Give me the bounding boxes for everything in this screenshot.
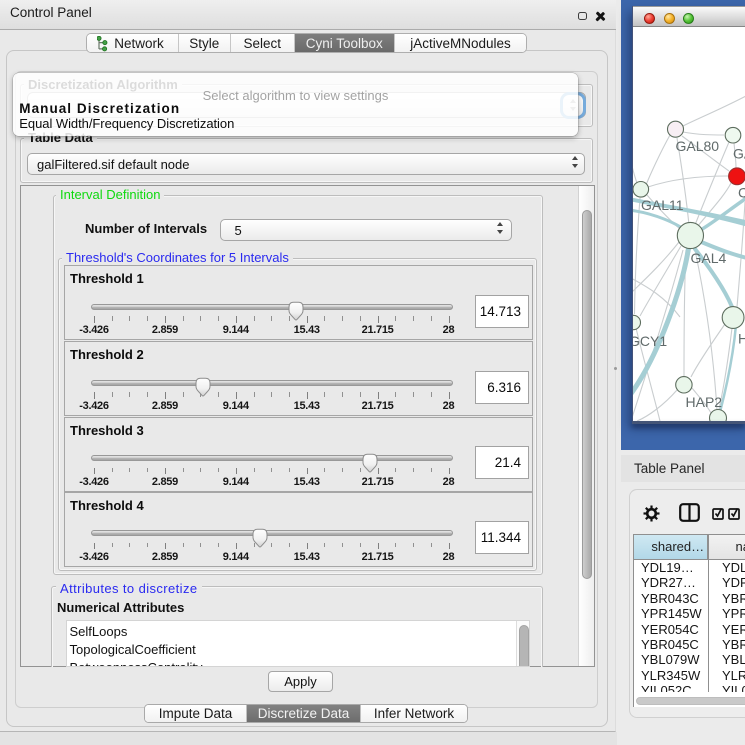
svg-text:HAP2: HAP2 [686,394,723,410]
svg-text:GAL4: GAL4 [691,250,727,266]
svg-text:GAL: GAL [733,146,745,162]
svg-text:GAL11: GAL11 [641,197,684,213]
svg-text:HAP: HAP [738,331,745,347]
svg-text:CYC: CYC [738,185,745,201]
svg-text:GCY1: GCY1 [633,333,667,349]
svg-text:GAL80: GAL80 [676,138,720,154]
